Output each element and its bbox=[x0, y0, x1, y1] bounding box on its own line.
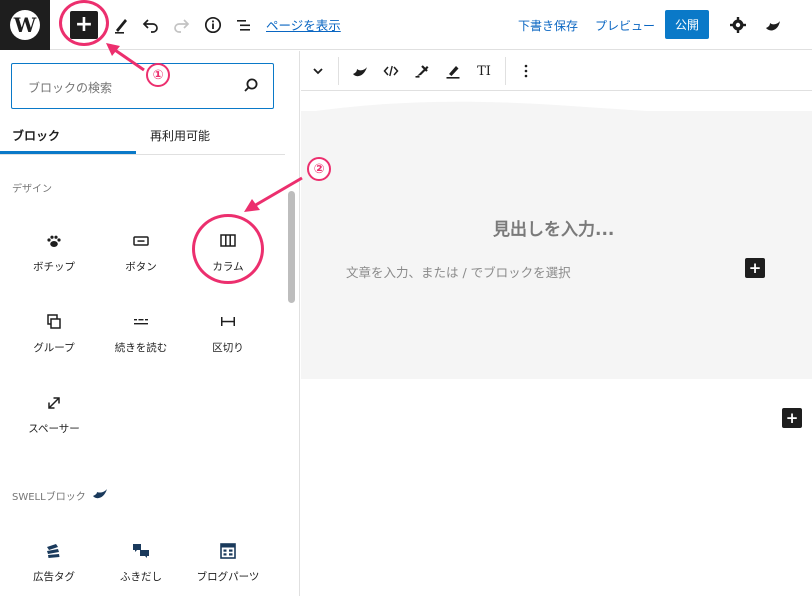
font-size-button[interactable]: TI bbox=[473, 61, 495, 81]
options-button[interactable] bbox=[515, 61, 537, 81]
add-block-button[interactable]: + bbox=[782, 408, 802, 428]
toolbar-divider bbox=[505, 57, 506, 85]
section-label-text: SWELLブロック bbox=[12, 492, 86, 503]
speech-bubble-icon bbox=[133, 544, 149, 558]
separator-icon bbox=[221, 317, 235, 326]
block-toolbar-chevron-button[interactable] bbox=[307, 61, 329, 81]
block-label: ボチップ bbox=[33, 261, 75, 273]
chevron-down-icon bbox=[313, 68, 323, 75]
toolbar-divider bbox=[338, 57, 339, 85]
undo-button[interactable] bbox=[138, 10, 164, 40]
block-search-input[interactable]: ブロックの検索 bbox=[11, 63, 274, 109]
block-item-spacer[interactable]: スペーサー bbox=[14, 393, 94, 463]
block-item-group[interactable]: グループ bbox=[14, 312, 94, 382]
spacer-icon bbox=[48, 397, 60, 409]
preview-button[interactable]: プレビュー bbox=[595, 17, 655, 34]
gear-icon bbox=[730, 17, 746, 33]
code-button[interactable] bbox=[380, 61, 402, 81]
tools-button[interactable] bbox=[108, 10, 134, 40]
wordpress-logo-button[interactable]: W bbox=[0, 0, 50, 50]
pencil-icon bbox=[115, 19, 127, 34]
undo-icon bbox=[142, 19, 158, 33]
redo-button[interactable] bbox=[168, 10, 194, 40]
columns-icon bbox=[220, 234, 236, 247]
block-item-speech-bubble[interactable]: ふきだし bbox=[101, 541, 181, 596]
block-label: スペーサー bbox=[28, 423, 80, 435]
section-block[interactable]: 見出しを入力... 文章を入力、または / でブロックを選択 + bbox=[301, 111, 812, 379]
marker-button[interactable] bbox=[411, 61, 433, 81]
editor-canvas: TI 見出しを入力... 文章を入力、または / でブロックを選択 + + bbox=[301, 51, 812, 596]
swell-format-button[interactable] bbox=[349, 61, 371, 81]
swell-leaf-icon bbox=[766, 21, 780, 31]
inserter-tabs: ブロック 再利用可能 bbox=[0, 119, 285, 155]
active-tab-indicator bbox=[0, 151, 136, 154]
view-page-link[interactable]: ページを表示 bbox=[266, 15, 341, 34]
paw-icon bbox=[47, 235, 61, 247]
marker-icon bbox=[415, 65, 429, 78]
more-icon bbox=[134, 319, 148, 325]
list-view-icon bbox=[237, 20, 250, 31]
block-item-ad-tag[interactable]: 広告タグ bbox=[14, 541, 94, 596]
section-label-design: デザイン bbox=[12, 184, 52, 195]
blog-parts-icon bbox=[220, 543, 236, 559]
block-item-columns[interactable]: カラム bbox=[188, 231, 268, 301]
tab-reusable[interactable]: 再利用可能 bbox=[150, 127, 210, 144]
block-label: カラム bbox=[212, 261, 244, 273]
button-icon bbox=[133, 236, 149, 246]
block-item-separator[interactable]: 区切り bbox=[188, 312, 268, 382]
block-label: ボタン bbox=[125, 261, 157, 273]
inline-add-block-button[interactable]: + bbox=[745, 258, 765, 278]
highlight-button[interactable] bbox=[442, 61, 464, 81]
panel-scrollbar[interactable] bbox=[288, 191, 295, 303]
info-icon bbox=[204, 16, 222, 34]
block-label: ブログパーツ bbox=[196, 571, 260, 583]
block-label: 区切り bbox=[212, 342, 244, 354]
block-inserter-button[interactable]: + bbox=[70, 11, 98, 39]
ad-tag-icon bbox=[47, 544, 60, 558]
redo-icon bbox=[174, 19, 190, 33]
section-label-swell: SWELLブロック bbox=[12, 488, 86, 503]
search-placeholder: ブロックの検索 bbox=[28, 81, 113, 95]
group-icon bbox=[47, 314, 61, 329]
more-vertical-icon bbox=[524, 64, 528, 78]
block-label: 広告タグ bbox=[33, 571, 75, 583]
block-inserter-panel: ブロックの検索 ブロック 再利用可能 デザイン ボチップ ボタン カラム グルー… bbox=[0, 51, 300, 596]
paragraph-placeholder[interactable]: 文章を入力、または / でブロックを選択 bbox=[346, 262, 571, 281]
tab-blocks[interactable]: ブロック bbox=[12, 127, 60, 144]
block-item-button[interactable]: ボタン bbox=[101, 231, 181, 301]
settings-button[interactable] bbox=[725, 10, 751, 40]
list-view-button[interactable] bbox=[231, 10, 257, 40]
block-item-cap[interactable]: ボチップ bbox=[14, 231, 94, 301]
save-draft-button[interactable]: 下書き保存 bbox=[518, 17, 578, 34]
top-toolbar: W + ページを表示 下書き保存 プレビュー 公開 bbox=[0, 0, 812, 50]
code-icon bbox=[383, 65, 399, 77]
block-toolbar: TI bbox=[301, 51, 812, 91]
block-item-more[interactable]: 続きを読む bbox=[101, 312, 181, 382]
swell-settings-button[interactable] bbox=[760, 10, 786, 40]
block-label: ふきだし bbox=[120, 571, 162, 583]
swell-leaf-icon bbox=[93, 489, 107, 499]
details-button[interactable] bbox=[200, 10, 226, 40]
block-label: グループ bbox=[33, 342, 75, 354]
wordpress-logo-icon: W bbox=[10, 10, 40, 40]
block-label: 続きを読む bbox=[114, 342, 168, 354]
publish-button[interactable]: 公開 bbox=[665, 10, 709, 39]
search-icon bbox=[244, 78, 258, 92]
swell-leaf-icon bbox=[353, 67, 367, 77]
heading-placeholder[interactable]: 見出しを入力... bbox=[493, 215, 614, 240]
highlighter-icon bbox=[446, 66, 460, 79]
block-item-blog-parts[interactable]: ブログパーツ bbox=[188, 541, 268, 596]
